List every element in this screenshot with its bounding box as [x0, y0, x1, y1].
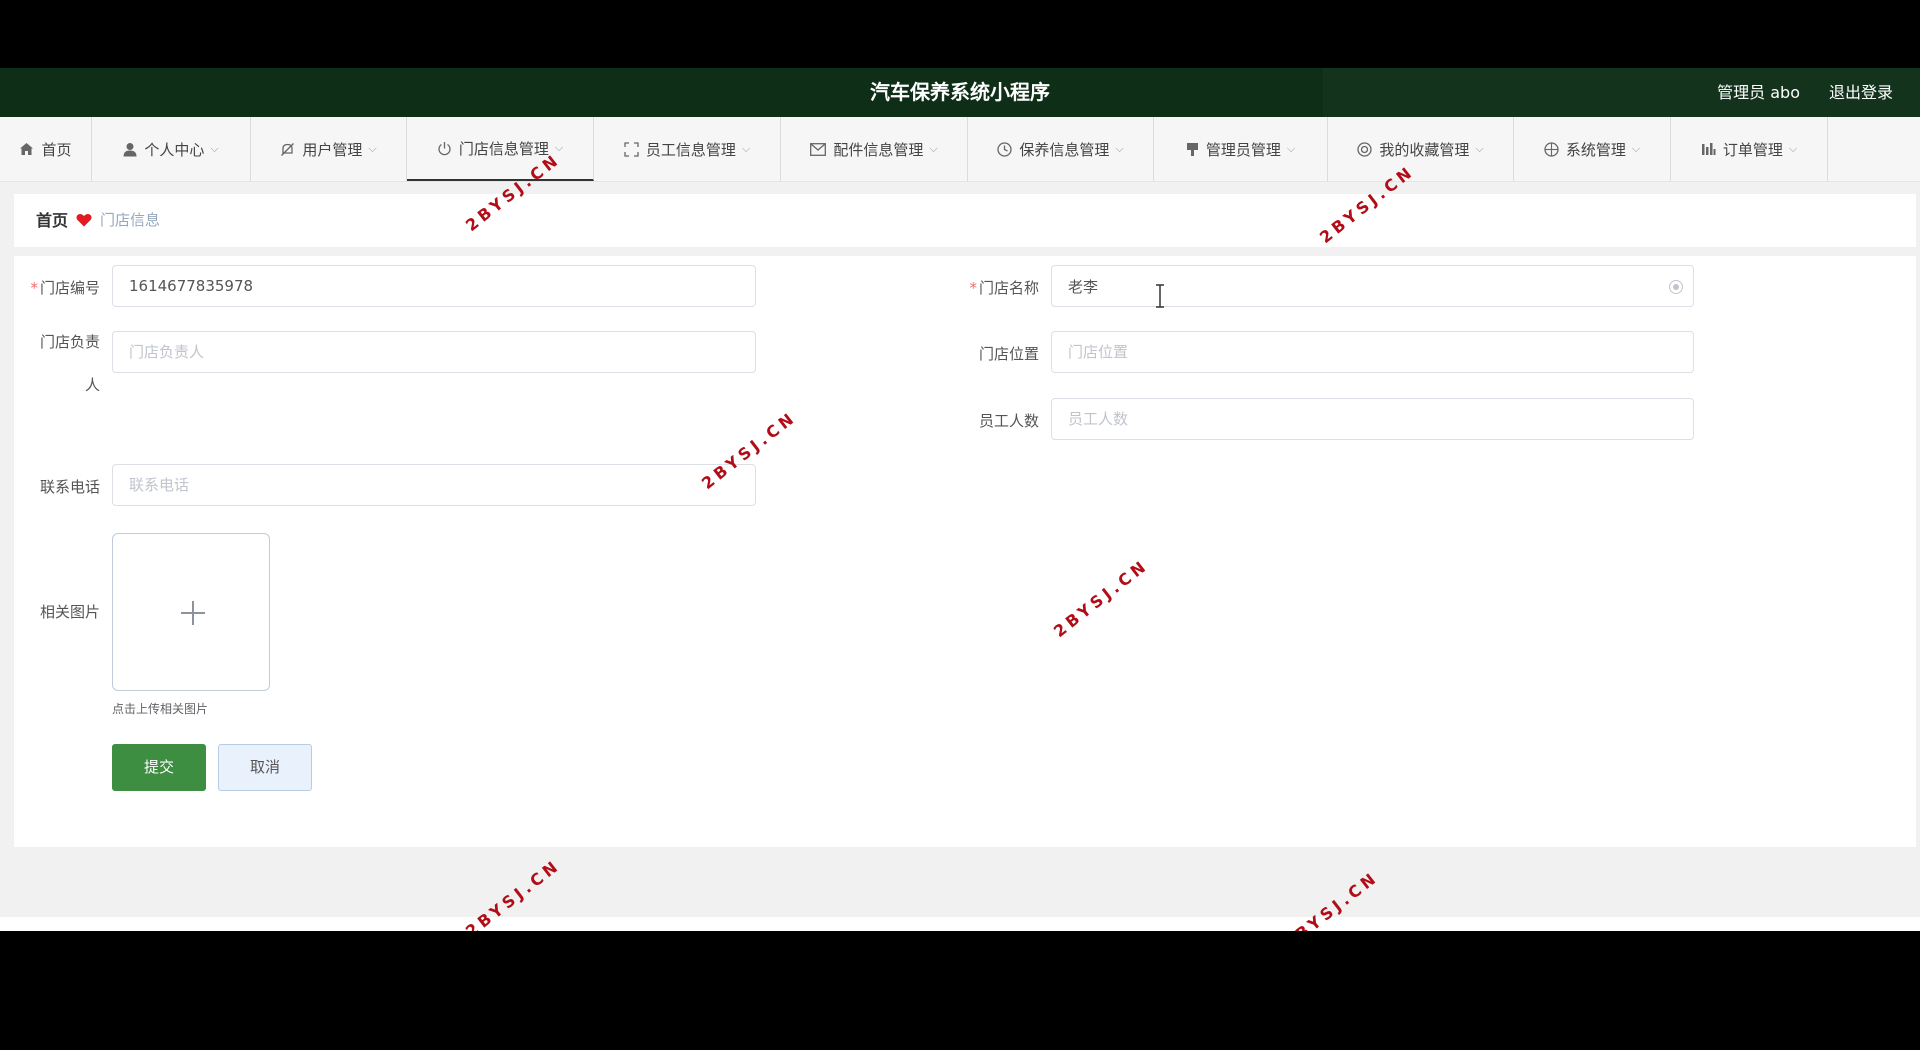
- submit-button[interactable]: 提交: [112, 744, 206, 791]
- fullscreen-icon: [624, 141, 639, 157]
- user-icon: [123, 142, 137, 157]
- home-icon: [19, 142, 34, 156]
- menu-item-label: 系统管理: [1565, 140, 1626, 159]
- upload-hint: 点击上传相关图片: [112, 702, 209, 716]
- phone-input[interactable]: [112, 464, 756, 506]
- store-name-label: * 门店名称: [969, 279, 1039, 297]
- chevron-down-icon: ⌵: [1475, 142, 1484, 155]
- mail-icon: [810, 142, 827, 156]
- menu-item-profile[interactable]: 个人中心 ⌵: [92, 117, 251, 181]
- manager-label-cont: 人: [84, 376, 100, 394]
- menu-item-maintenance[interactable]: 保养信息管理 ⌵: [968, 117, 1154, 181]
- stamp-icon: [1186, 142, 1199, 157]
- menu-item-home[interactable]: 首页: [0, 117, 92, 181]
- manager-input[interactable]: [112, 331, 756, 373]
- logout-link[interactable]: 退出登录: [1829, 68, 1893, 117]
- chevron-down-icon: ⌵: [1115, 142, 1124, 155]
- image-upload-box[interactable]: [112, 533, 270, 691]
- cancel-button[interactable]: 取消: [218, 744, 312, 791]
- location-input[interactable]: [1051, 331, 1694, 373]
- menu-item-label: 个人中心: [144, 140, 205, 159]
- top-header: 汽车保养系统小程序 管理员 abo 退出登录: [0, 68, 1920, 117]
- staff-count-input[interactable]: [1051, 398, 1694, 440]
- menu-item-store-info[interactable]: 门店信息管理 ⌵: [407, 117, 594, 181]
- current-user-label: 管理员 abo: [1717, 83, 1800, 102]
- menu-item-label: 订单管理: [1722, 140, 1783, 159]
- location-label: 门店位置: [978, 345, 1039, 363]
- menu-item-favorites[interactable]: 我的收藏管理 ⌵: [1328, 117, 1514, 181]
- menu-item-label: 员工信息管理: [645, 140, 736, 159]
- menu-item-users[interactable]: 用户管理 ⌵: [251, 117, 407, 181]
- menu-item-parts[interactable]: 配件信息管理 ⌵: [781, 117, 968, 181]
- menu-item-admins[interactable]: 管理员管理 ⌵: [1154, 117, 1328, 181]
- menu-item-system[interactable]: 系统管理 ⌵: [1514, 117, 1671, 181]
- breadcrumb-home[interactable]: 首页: [36, 194, 68, 247]
- menu-item-label: 用户管理: [302, 140, 363, 159]
- app-screen: 汽车保养系统小程序 管理员 abo 退出登录 首页 个人中心 ⌵ 用户管理 ⌵: [0, 68, 1920, 931]
- store-no-input[interactable]: [112, 265, 756, 307]
- chevron-down-icon: ⌵: [368, 142, 377, 155]
- menu-item-label: 首页: [41, 140, 72, 159]
- chevron-down-icon: ⌵: [741, 142, 751, 155]
- gear-circle-icon: [1357, 141, 1372, 157]
- store-name-input[interactable]: [1051, 265, 1694, 307]
- power-icon: [437, 141, 452, 156]
- text-cursor-icon: [1156, 284, 1164, 308]
- menu-item-label: 保养信息管理: [1019, 140, 1110, 159]
- menu-item-label: 门店信息管理: [458, 139, 549, 158]
- chevron-down-icon: ⌵: [554, 141, 564, 154]
- clock-icon: [997, 141, 1012, 157]
- store-info-form: *门店编号 *门店名称 门店负责 人 门店位置 员工人数 联系电话 相关图片 点…: [14, 256, 1916, 847]
- app-title: 汽车保养系统小程序: [870, 80, 1050, 104]
- main-menu: 首页 个人中心 ⌵ 用户管理 ⌵ 门店信息管理 ⌵ 员工信息管理 ⌵ 配件信息管…: [0, 117, 1920, 182]
- menu-item-orders[interactable]: 订单管理 ⌵: [1671, 117, 1828, 181]
- image-label: 相关图片: [39, 603, 100, 621]
- chevron-down-icon: ⌵: [1788, 142, 1798, 155]
- target-icon: [1544, 141, 1559, 157]
- menu-item-label: 配件信息管理: [833, 140, 924, 159]
- breadcrumb-current: 门店信息: [100, 211, 161, 229]
- heart-icon: [76, 213, 92, 231]
- bars-chart-icon: [1701, 142, 1716, 156]
- breadcrumb: 首页 门店信息: [14, 194, 1916, 247]
- menu-item-staff[interactable]: 员工信息管理 ⌵: [594, 117, 781, 181]
- bell-off-icon: [280, 142, 295, 157]
- staff-count-label: 员工人数: [978, 412, 1039, 430]
- menu-item-label: 我的收藏管理: [1379, 140, 1470, 159]
- chevron-down-icon: ⌵: [929, 142, 938, 155]
- chevron-down-icon: ⌵: [1286, 142, 1296, 155]
- menu-item-label: 管理员管理: [1205, 140, 1281, 159]
- phone-label: 联系电话: [39, 478, 100, 496]
- clear-icon[interactable]: [1669, 280, 1683, 294]
- chevron-down-icon: ⌵: [1631, 142, 1641, 155]
- store-no-label: * 门店编号: [30, 279, 100, 297]
- manager-label: 门店负责: [39, 333, 100, 351]
- chevron-down-icon: ⌵: [210, 142, 219, 155]
